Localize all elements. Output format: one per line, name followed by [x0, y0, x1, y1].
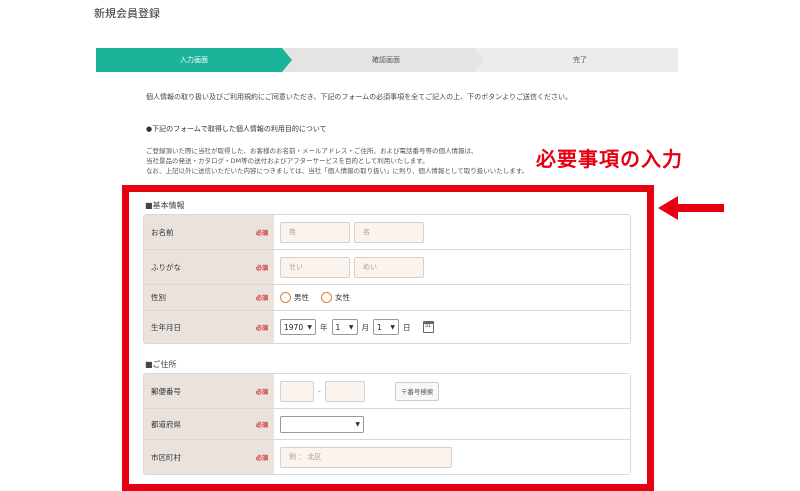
purpose-heading: ●下記のフォームで取得した個人情報の利用目的について: [146, 125, 327, 133]
prefecture-label: 都道府県: [151, 419, 181, 429]
first-name-input[interactable]: 名: [354, 221, 424, 243]
radio-female[interactable]: [321, 292, 332, 303]
last-kana-input[interactable]: せい: [280, 256, 350, 278]
row-label-cell: 性別 必須: [144, 285, 274, 310]
required-badge: 必須: [255, 388, 268, 396]
chevron-down-icon: ▼: [348, 323, 354, 331]
intro-text: 個人情報の取り扱い及びご利用規約にご同意いただき、下記のフォームの必須事項を全て…: [146, 93, 573, 101]
calendar-icon[interactable]: 31: [422, 321, 434, 333]
required-badge: 必須: [255, 421, 268, 429]
step-input: 入力画面: [96, 48, 292, 72]
step-confirm: 確認画面: [278, 48, 484, 72]
step-complete: 完了: [472, 48, 678, 72]
year-unit: 年: [320, 322, 328, 332]
birth-year-select[interactable]: 1970 ▼: [280, 319, 316, 335]
purpose-line: 当社景品の発送・カタログ・DM等の送付およびアフターサービスを目的として利用いた…: [146, 157, 429, 165]
row-zip: 郵便番号 必須 - 〒番号検索: [144, 374, 630, 408]
prefecture-select[interactable]: ▼: [280, 415, 364, 433]
row-label-cell: お名前 必須: [144, 215, 274, 249]
birth-day-select[interactable]: 1 ▼: [373, 319, 399, 335]
birth-month-select[interactable]: 1 ▼: [331, 319, 358, 335]
row-label-cell: 郵便番号 必須: [144, 374, 274, 408]
purpose-body: ご登録頂いた際に当社が取得した、お客様のお名前・メールアドレス・ご住所、および電…: [146, 146, 528, 176]
chevron-down-icon: ▼: [307, 323, 312, 331]
required-badge: 必須: [255, 264, 268, 272]
zip-first-input[interactable]: [280, 380, 314, 402]
day-unit: 日: [403, 322, 411, 332]
step-confirm-label: 確認画面: [372, 56, 400, 64]
gender-male-option[interactable]: 男性: [280, 292, 309, 303]
birth-year-value: 1970: [284, 322, 304, 332]
last-name-input[interactable]: 姓: [280, 221, 350, 243]
purpose-line: ご登録頂いた際に当社が取得した、お客様のお名前・メールアドレス・ご住所、および電…: [146, 147, 478, 155]
row-field-cell: 1970 ▼ 年 1 ▼ 月 1 ▼ 日 31: [274, 311, 630, 343]
row-label-cell: ふりがな 必須: [144, 250, 274, 284]
arrow-left-icon: [658, 196, 724, 220]
required-badge: 必須: [255, 229, 268, 237]
row-field-cell: ▼: [274, 409, 630, 439]
address-table: 郵便番号 必須 - 〒番号検索 都道府県 必須 ▼ 市区町村 必須 例 ： 北区: [143, 373, 631, 475]
birth-month-value: 1: [335, 322, 341, 332]
row-city: 市区町村 必須 例 ： 北区: [144, 439, 630, 474]
row-field-cell: 男性 女性: [274, 285, 630, 310]
first-kana-input[interactable]: めい: [354, 256, 424, 278]
city-label: 市区町村: [151, 452, 181, 462]
row-field-cell: - 〒番号検索: [274, 374, 630, 408]
row-field-cell: 姓 名: [274, 215, 630, 249]
row-field-cell: 例 ： 北区: [274, 440, 630, 474]
zip-search-button[interactable]: 〒番号検索: [394, 381, 440, 401]
purpose-line: なお、上記以外に送信いただいた内容につきましては、当社「個人情報の取り扱い」に則…: [146, 167, 529, 175]
zip-second-input[interactable]: [324, 380, 365, 402]
month-unit: 月: [361, 322, 370, 332]
birth-day-value: 1: [377, 322, 382, 332]
gender-label: 性別: [151, 293, 166, 302]
section-title-address: ■ご住所: [145, 360, 177, 369]
zip-dash: -: [318, 386, 321, 396]
city-input[interactable]: 例 ： 北区: [280, 446, 452, 468]
section-title-basic: ■基本情報: [145, 201, 185, 210]
required-badge: 必須: [255, 295, 268, 302]
radio-male[interactable]: [280, 292, 291, 303]
annotation-callout: 必要事項の入力: [536, 147, 683, 171]
chevron-down-icon: ▼: [355, 420, 360, 428]
gender-female-label: 女性: [335, 293, 350, 302]
row-kana: ふりがな 必須 せい めい: [144, 249, 630, 284]
row-gender: 性別 必須 男性 女性: [144, 284, 630, 310]
page-title: 新規会員登録: [94, 7, 160, 20]
progress-steps: 入力画面 確認画面 完了: [96, 48, 678, 72]
row-birthdate: 生年月日 必須 1970 ▼ 年 1 ▼ 月 1 ▼ 日 31: [144, 310, 630, 343]
kana-label: ふりがな: [151, 262, 181, 272]
birthdate-label: 生年月日: [151, 322, 181, 332]
basic-info-table: お名前 必須 姓 名 ふりがな 必須 せい めい 性別 必須 男性 女性 生年月…: [143, 214, 631, 344]
row-field-cell: せい めい: [274, 250, 630, 284]
step-complete-label: 完了: [573, 56, 587, 64]
row-label-cell: 都道府県 必須: [144, 409, 274, 439]
row-label-cell: 市区町村 必須: [144, 440, 274, 474]
row-name: お名前 必須 姓 名: [144, 215, 630, 249]
row-prefecture: 都道府県 必須 ▼: [144, 408, 630, 439]
name-label: お名前: [151, 227, 174, 237]
zip-label: 郵便番号: [151, 386, 181, 396]
gender-male-label: 男性: [294, 293, 309, 302]
chevron-down-icon: ▼: [390, 323, 395, 331]
calendar-icon-text: 31: [424, 323, 432, 329]
required-badge: 必須: [255, 454, 268, 462]
gender-female-option[interactable]: 女性: [321, 292, 350, 303]
required-badge: 必須: [255, 324, 268, 332]
row-label-cell: 生年月日 必須: [144, 311, 274, 343]
